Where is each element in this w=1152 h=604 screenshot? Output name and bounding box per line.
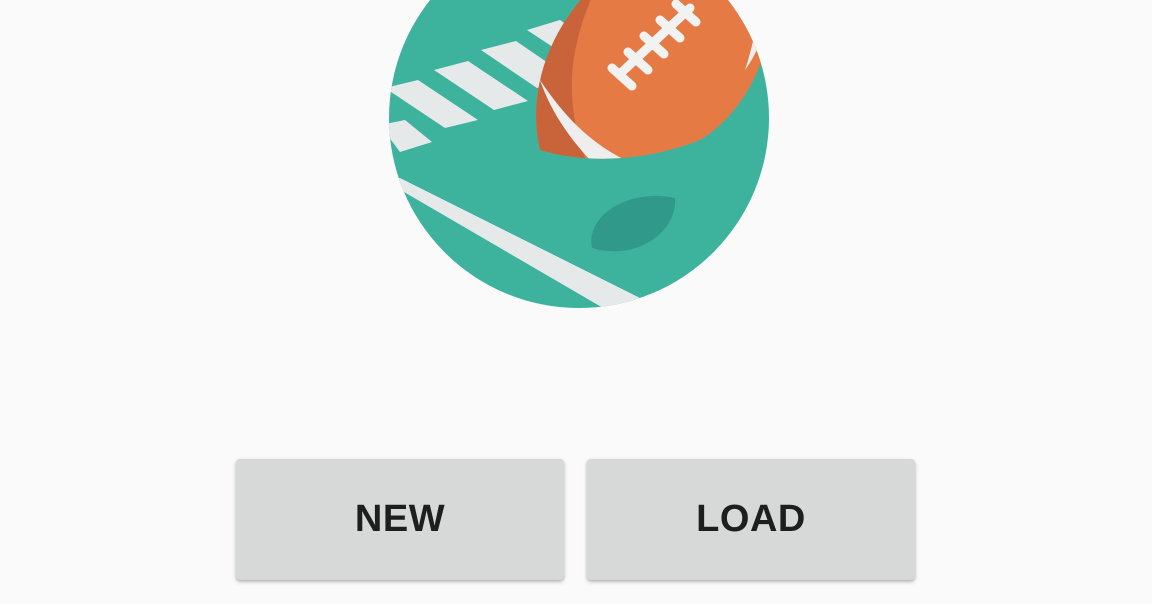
new-button[interactable]: NEW	[236, 459, 564, 580]
main-menu-screen: NEW LOAD	[0, 0, 1152, 604]
football-logo-icon	[389, 0, 769, 308]
load-button[interactable]: LOAD	[587, 459, 915, 580]
